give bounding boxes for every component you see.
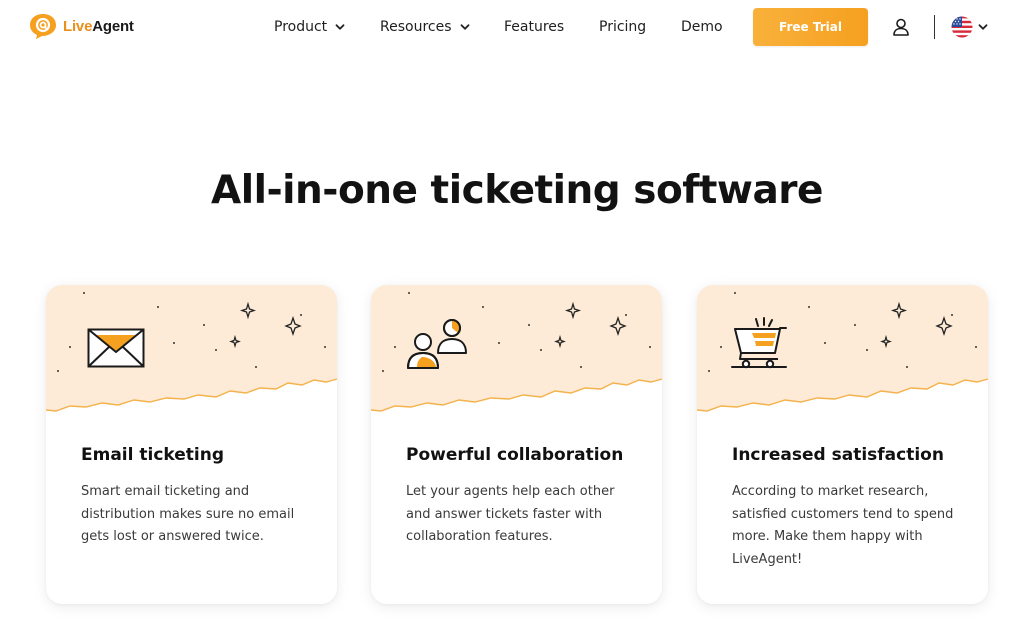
card-title: Increased satisfaction: [732, 445, 944, 465]
logo-text-agent: Agent: [92, 17, 134, 35]
page-headline: All-in-one ticketing software: [211, 168, 823, 213]
users-icon: [407, 319, 467, 369]
logo-icon: [30, 14, 56, 39]
liveagent-logo[interactable]: LiveAgent: [28, 12, 134, 40]
nav-item-pricing[interactable]: Pricing: [599, 19, 646, 35]
nav-divider: [934, 15, 935, 39]
card-title: Powerful collaboration: [406, 445, 624, 465]
envelope-icon: [87, 328, 145, 368]
chevron-down-icon: [335, 24, 345, 30]
nav-item-features-label: Features: [504, 19, 565, 35]
top-navigation: LiveAgent Product Resources Features Pri…: [0, 0, 1024, 54]
us-flag-icon[interactable]: [951, 16, 973, 38]
card-description: Let your agents help each other and answ…: [406, 484, 615, 544]
shopping-cart-icon: [731, 317, 787, 369]
feature-card-powerful-collaboration: Powerful collaboration Let your agents h…: [371, 285, 662, 604]
user-icon[interactable]: [891, 17, 911, 37]
free-trial-button[interactable]: Free Trial: [753, 8, 868, 46]
nav-item-features[interactable]: Features: [504, 19, 564, 35]
nav-item-demo[interactable]: Demo: [681, 19, 723, 35]
nav-item-product[interactable]: Product: [274, 19, 345, 35]
nav-item-demo-label: Demo: [681, 19, 723, 35]
feature-card-increased-satisfaction: Increased satisfaction According to mark…: [697, 285, 988, 604]
feature-card-email-ticketing: Email ticketing Smart email ticketing an…: [46, 285, 337, 604]
logo-text-live: Live: [63, 17, 93, 35]
nav-item-resources[interactable]: Resources: [380, 19, 470, 35]
card-description: According to market research, satisfied …: [732, 484, 954, 567]
chevron-down-icon: [460, 24, 469, 30]
card-description: Smart email ticketing and distribution m…: [81, 484, 295, 544]
nav-item-resources-label: Resources: [380, 19, 452, 35]
language-chevron-down-icon[interactable]: [978, 22, 988, 32]
nav-item-product-label: Product: [274, 19, 328, 35]
nav-item-pricing-label: Pricing: [599, 19, 647, 35]
card-title: Email ticketing: [81, 445, 225, 465]
